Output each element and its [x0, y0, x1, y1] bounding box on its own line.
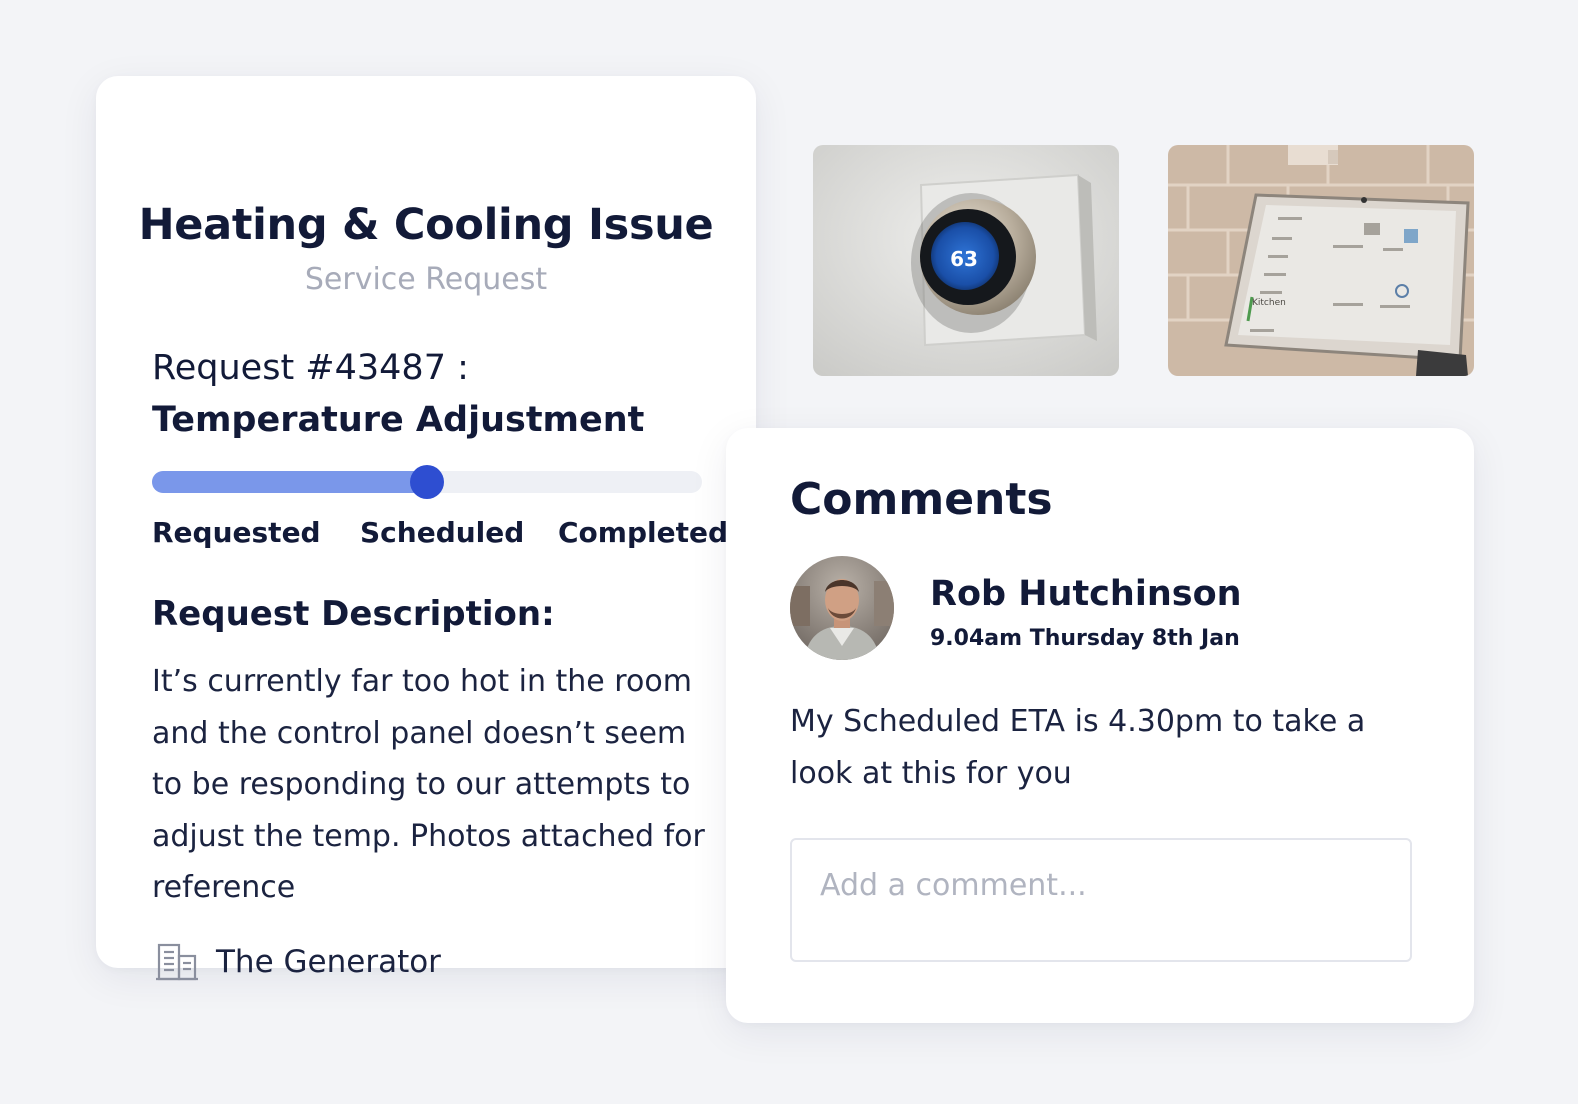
- location-name: The Generator: [216, 944, 441, 980]
- comment-timestamp: 9.04am Thursday 8th Jan: [930, 626, 1240, 651]
- add-comment-input[interactable]: [790, 838, 1412, 962]
- step-completed: Completed: [558, 516, 729, 549]
- smart-display-photo[interactable]: Kitchen: [1168, 145, 1474, 376]
- description-text: It’s currently far too hot in the room a…: [152, 664, 705, 905]
- comment-text: My Scheduled ETA is 4.30pm to take a loo…: [790, 704, 1366, 791]
- status-progress-knob: [410, 465, 444, 499]
- status-progress-fill: [152, 471, 427, 493]
- comments-title: Comments: [790, 474, 1053, 525]
- thermostat-photo[interactable]: 63: [813, 145, 1119, 376]
- location-row: The Generator: [156, 942, 441, 982]
- building-icon: [156, 942, 198, 982]
- comment-author[interactable]: Rob Hutchinson: [930, 574, 1242, 614]
- request-number: Request #43487 :: [152, 348, 469, 388]
- service-request-card: Heating & Cooling Issue Service Request …: [96, 76, 756, 981]
- request-heading: Request #43487 : Temperature Adjustment: [152, 342, 712, 446]
- avatar[interactable]: [790, 556, 894, 660]
- description-title: Request Description:: [152, 594, 555, 634]
- request-type: Temperature Adjustment: [152, 400, 645, 440]
- thermostat-reading: 63: [950, 247, 978, 271]
- display-room-label: Kitchen: [1252, 298, 1286, 308]
- status-progress-track: [152, 465, 702, 499]
- comments-card: Comments Rob Hutchinson 9.04am Thursday …: [726, 428, 1474, 1023]
- request-title: Heating & Cooling Issue: [138, 200, 714, 250]
- step-scheduled: Scheduled: [360, 516, 525, 549]
- step-requested: Requested: [152, 516, 321, 549]
- request-subtitle: Service Request: [304, 262, 548, 297]
